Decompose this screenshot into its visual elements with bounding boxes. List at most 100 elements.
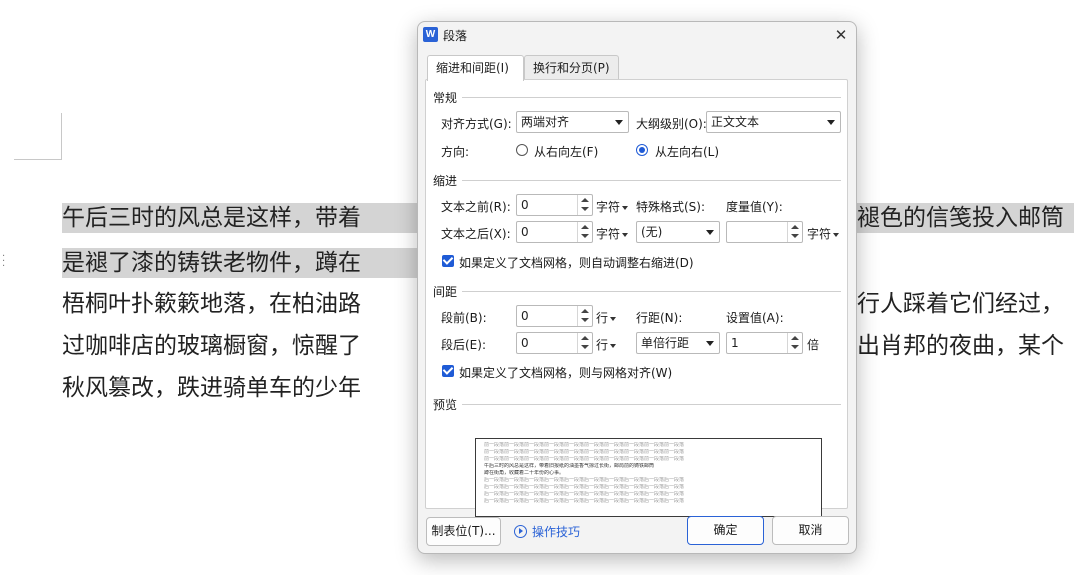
chevron-down-icon <box>610 316 617 321</box>
doc-line-3[interactable]: 梧桐叶扑簌簌地落，在柏油路 <box>62 289 418 319</box>
preview-prev-line: 前一段落前一段落前一段落前一段落前一段落前一段落前一段落前一段落前一段落前一段落 <box>484 449 685 455</box>
stepper-arrows[interactable] <box>577 222 592 242</box>
doc-line-1[interactable]: 午后三时的风总是这样，带着 <box>62 203 418 233</box>
rtl-radio[interactable] <box>516 144 528 156</box>
measure-stepper[interactable] <box>726 221 803 243</box>
tab-panel: 常规 对齐方式(G): 两端对齐 大纲级别(O): 正文文本 方向: 从右向左(… <box>425 79 848 517</box>
chevron-up-icon[interactable] <box>581 198 589 202</box>
preview-sample-line: 蹲在街角，收藏着二十年份的心事。 <box>484 470 565 476</box>
space-before-unit[interactable]: 行 <box>596 309 617 326</box>
chevron-down-icon[interactable] <box>791 345 799 349</box>
play-circle-icon <box>514 525 527 538</box>
measure-unit[interactable]: 字符 <box>807 225 840 242</box>
chevron-down-icon[interactable] <box>581 234 589 238</box>
paragraph-dialog: W 段落 ✕ 缩进和间距(I) 换行和分页(P) 常规 对齐方式(G): 两端对… <box>417 21 857 554</box>
page-margin-corner-h <box>14 159 62 160</box>
space-before-value: 0 <box>521 309 529 323</box>
indent-before-unit-text: 字符 <box>596 200 621 214</box>
stepper-arrows[interactable] <box>577 306 592 326</box>
cancel-button[interactable]: 取消 <box>772 516 849 545</box>
indent-before-value: 0 <box>521 198 529 212</box>
preview-prev-line: 前一段落前一段落前一段落前一段落前一段落前一段落前一段落前一段落前一段落前一段落 <box>484 456 685 462</box>
chevron-down-icon <box>706 230 714 235</box>
page-margin-corner-v <box>61 113 62 160</box>
ltr-radio[interactable] <box>636 144 648 156</box>
preview-sample-line: 午后三时的风总是这样，带着旧报纸的油墨香气掠过长街，邮局前的铸铁邮筒 <box>484 463 655 469</box>
space-after-unit-text: 行 <box>596 338 609 352</box>
ok-button[interactable]: 确定 <box>687 516 764 545</box>
wps-writer-icon: W <box>423 27 438 42</box>
chevron-up-icon[interactable] <box>791 336 799 340</box>
outline-level-select[interactable]: 正文文本 <box>706 111 841 133</box>
line-spacing-value: 单倍行距 <box>641 336 690 350</box>
line-spacing-select[interactable]: 单倍行距 <box>636 332 720 354</box>
alignment-label: 对齐方式(G): <box>441 117 512 131</box>
chevron-up-icon[interactable] <box>581 225 589 229</box>
snap-to-grid-label[interactable]: 如果定义了文档网格，则与网格对齐(W) <box>459 364 672 381</box>
section-divider <box>462 97 841 98</box>
preview-next-line: 后一段落后一段落后一段落后一段落后一段落后一段落后一段落后一段落后一段落后一段落 <box>484 498 685 504</box>
space-after-stepper[interactable]: 0 <box>516 332 593 354</box>
alignment-select[interactable]: 两端对齐 <box>516 111 629 133</box>
section-divider <box>462 180 841 181</box>
indent-after-unit-text: 字符 <box>596 227 621 241</box>
stepper-arrows[interactable] <box>787 333 802 353</box>
space-after-value: 0 <box>521 336 529 350</box>
special-format-select[interactable]: (无) <box>636 221 720 243</box>
stepper-arrows[interactable] <box>577 333 592 353</box>
ltr-label[interactable]: 从左向右(L) <box>655 143 719 160</box>
doc-line-5[interactable]: 秋风篡改，跌进骑单车的少年 <box>62 373 418 403</box>
tab-stops-button[interactable]: 制表位(T)... <box>426 517 501 546</box>
section-preview-title: 预览 <box>433 398 458 412</box>
outline-level-value: 正文文本 <box>711 115 760 129</box>
dialog-title: 段落 <box>443 29 468 43</box>
setting-value: 1 <box>731 336 739 350</box>
chevron-down-icon <box>610 343 617 348</box>
space-after-unit[interactable]: 行 <box>596 336 617 353</box>
measure-unit-text: 字符 <box>807 227 832 241</box>
setting-value-label: 设置值(A): <box>726 311 784 325</box>
chevron-down-icon[interactable] <box>581 207 589 211</box>
chevron-down-icon[interactable] <box>791 234 799 238</box>
tab-indent-spacing[interactable]: 缩进和间距(I) <box>427 55 524 81</box>
chevron-down-icon <box>622 205 629 210</box>
section-divider <box>462 404 841 405</box>
doc-line-4-right[interactable]: 出肖邦的夜曲，某个 <box>857 331 1074 361</box>
space-before-unit-text: 行 <box>596 311 609 325</box>
indent-before-unit[interactable]: 字符 <box>596 198 629 215</box>
doc-line-1-right[interactable]: 褪色的信笺投入邮筒 <box>857 203 1074 233</box>
stepper-arrows[interactable] <box>787 222 802 242</box>
setting-value-stepper[interactable]: 1 <box>726 332 803 354</box>
auto-adjust-indent-checkbox[interactable] <box>442 255 454 267</box>
doc-line-2[interactable]: 是褪了漆的铸铁老物件，蹲在 <box>62 248 418 278</box>
chevron-up-icon[interactable] <box>581 309 589 313</box>
space-before-stepper[interactable]: 0 <box>516 305 593 327</box>
chevron-up-icon[interactable] <box>581 336 589 340</box>
special-format-value: (无) <box>641 225 663 239</box>
rtl-label[interactable]: 从右向左(F) <box>534 143 598 160</box>
indent-before-stepper[interactable]: 0 <box>516 194 593 216</box>
chevron-down-icon[interactable] <box>581 318 589 322</box>
stepper-arrows[interactable] <box>577 195 592 215</box>
section-spacing-title: 间距 <box>433 285 458 299</box>
section-divider <box>462 291 841 292</box>
auto-adjust-indent-label[interactable]: 如果定义了文档网格，则自动调整右缩进(D) <box>459 254 694 271</box>
tips-link[interactable]: 操作技巧 <box>514 523 580 540</box>
doc-line-4[interactable]: 过咖啡店的玻璃橱窗，惊醒了 <box>62 331 418 361</box>
chevron-down-icon <box>615 120 623 125</box>
special-format-label: 特殊格式(S): <box>636 200 706 214</box>
chevron-down-icon[interactable] <box>581 345 589 349</box>
tab-line-page-breaks[interactable]: 换行和分页(P) <box>524 55 619 80</box>
indent-after-unit[interactable]: 字符 <box>596 225 629 242</box>
chevron-down-icon <box>833 232 840 237</box>
chevron-down-icon <box>706 341 714 346</box>
doc-line-3-right[interactable]: 行人踩着它们经过， <box>857 289 1074 319</box>
indent-after-stepper[interactable]: 0 <box>516 221 593 243</box>
close-icon[interactable]: ✕ <box>832 26 850 44</box>
indent-after-value: 0 <box>521 225 529 239</box>
measure-label: 度量值(Y): <box>726 200 783 214</box>
paragraph-drag-handle[interactable]: · · · <box>2 252 6 272</box>
dialog-titlebar[interactable]: W 段落 ✕ <box>418 22 856 48</box>
snap-to-grid-checkbox[interactable] <box>442 365 454 377</box>
chevron-up-icon[interactable] <box>791 225 799 229</box>
